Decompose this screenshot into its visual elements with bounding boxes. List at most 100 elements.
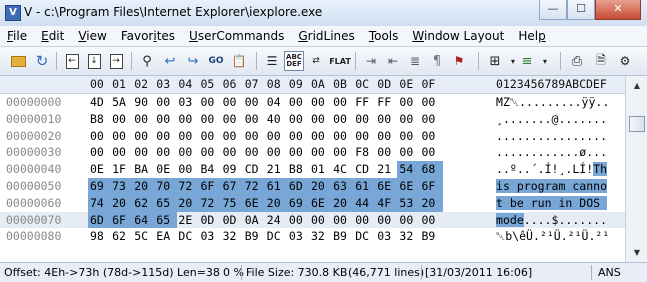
hex-byte[interactable]: 00 <box>132 144 155 161</box>
hex-byte[interactable]: 00 <box>375 144 398 161</box>
hex-byte[interactable]: 00 <box>199 111 222 128</box>
hex-byte[interactable]: B4 <box>199 161 222 178</box>
hex-byte[interactable]: 00 <box>420 144 443 161</box>
hex-byte[interactable]: 0E <box>154 161 177 178</box>
hex-byte[interactable]: CD <box>243 161 266 178</box>
hex-byte[interactable]: 90 <box>132 94 155 111</box>
hex-byte[interactable]: 74 <box>88 194 111 212</box>
hex-byte[interactable]: 6D <box>286 178 310 195</box>
hex-byte[interactable]: 00 <box>199 144 222 161</box>
hex-row[interactable]: 00000020 00 00 00 00 00 00 00 00 00 00 00 00 00 00 00 00… <box>0 128 625 145</box>
hex-byte[interactable]: 6E <box>375 178 399 195</box>
hex-byte[interactable]: 00 <box>309 128 332 145</box>
outdent-icon[interactable]: ⇤ <box>383 51 403 71</box>
settings-icon[interactable]: ⚙ <box>615 51 635 71</box>
hex-byte[interactable]: 00 <box>331 144 354 161</box>
hex-byte[interactable]: 03 <box>287 228 310 245</box>
hex-byte[interactable]: 00 <box>309 94 332 111</box>
hex-byte[interactable]: 00 <box>353 111 376 128</box>
hex-byte[interactable]: 00 <box>176 161 199 178</box>
hex-byte[interactable]: 00 <box>309 212 332 229</box>
hex-row[interactable]: 00000070 6D 6F 64 65 2E 0D 0D 0A 24 00 00 00 00 00 00 00… <box>0 211 625 229</box>
goto-button[interactable]: GO <box>206 51 226 71</box>
minimize-button[interactable]: — <box>539 0 567 20</box>
hex-byte[interactable]: 62 <box>110 228 133 245</box>
hex-byte[interactable]: 00 <box>287 128 310 145</box>
vertical-scrollbar[interactable]: ▲ ▼ <box>625 76 647 262</box>
hex-byte[interactable]: 00 <box>221 94 244 111</box>
prev-file-icon[interactable]: ← <box>62 51 82 71</box>
menu-help[interactable]: Help <box>511 29 552 43</box>
hex-byte[interactable]: 0A <box>243 212 266 229</box>
indent-icon[interactable]: ⇥ <box>361 51 381 71</box>
hex-byte[interactable]: 32 <box>309 228 332 245</box>
hex-byte[interactable]: 4D <box>88 94 111 111</box>
hex-byte[interactable]: B8 <box>287 161 310 178</box>
hex-byte[interactable]: 00 <box>331 94 354 111</box>
hex-byte[interactable]: 6E <box>397 178 421 195</box>
hex-byte[interactable]: 00 <box>397 128 420 145</box>
hex-byte[interactable]: 69 <box>286 194 310 212</box>
hex-byte[interactable]: 00 <box>375 111 398 128</box>
hex-view[interactable]: 00 01 02 03 04 05 06 07 08 09 0A 0B 0C 0D 0E 0F 01234567… <box>0 76 625 262</box>
hex-byte[interactable]: 00 <box>176 111 199 128</box>
hex-byte[interactable]: 62 <box>132 194 156 212</box>
hex-byte[interactable]: 01 <box>309 161 332 178</box>
hex-byte[interactable]: 00 <box>309 144 332 161</box>
menu-edit[interactable]: Edit <box>34 29 71 43</box>
hex-byte[interactable]: 20 <box>264 194 288 212</box>
scroll-thumb[interactable] <box>629 116 645 132</box>
hex-row[interactable]: 00000000 4D 5A 90 00 03 00 00 00 04 00 00 00 FF FF 00 00… <box>0 94 625 111</box>
marker-icon[interactable]: ⚑ <box>449 51 469 71</box>
ascii-text[interactable]: ............ø... <box>496 144 607 161</box>
menu-file[interactable]: File <box>0 29 34 43</box>
hex-byte[interactable]: 00 <box>154 94 177 111</box>
hex-byte[interactable]: 00 <box>331 111 354 128</box>
hex-row[interactable]: 00000050 69 73 20 70 72 6F 67 72 61 6D 20 63 61 6E 6E 6F… <box>0 178 625 195</box>
flat-button[interactable]: FLAT <box>329 51 351 71</box>
hex-byte[interactable]: 72 <box>176 178 200 195</box>
hex-byte[interactable]: 00 <box>287 212 310 229</box>
hex-byte[interactable]: 00 <box>420 128 443 145</box>
hex-byte[interactable]: 69 <box>88 178 111 195</box>
hex-byte[interactable]: 21 <box>375 161 398 178</box>
maximize-button[interactable]: ☐ <box>567 0 595 20</box>
hex-byte[interactable]: 4C <box>331 161 354 178</box>
hex-byte[interactable]: 00 <box>221 128 244 145</box>
print-icon[interactable]: ⎙ <box>567 51 587 71</box>
hex-byte[interactable]: 75 <box>220 194 244 212</box>
grid-icon[interactable]: ⊞ <box>485 51 505 71</box>
hex-byte[interactable]: 20 <box>110 194 134 212</box>
hex-byte[interactable]: 6E <box>309 194 332 212</box>
hex-byte[interactable]: 00 <box>88 144 111 161</box>
hex-byte[interactable]: 04 <box>265 94 288 111</box>
hex-byte[interactable]: 00 <box>110 111 133 128</box>
ascii-text[interactable]: t be run in DOS <box>496 195 607 212</box>
hex-byte[interactable]: FF <box>375 94 398 111</box>
hex-byte[interactable]: 00 <box>243 128 266 145</box>
hex-byte[interactable]: 00 <box>154 111 177 128</box>
hex-byte[interactable]: 00 <box>375 128 398 145</box>
hex-byte[interactable]: 00 <box>199 94 222 111</box>
lines-icon[interactable]: ≡ <box>517 51 537 71</box>
ascii-text[interactable]: ␀b\êÜ.²¹Ü.²¹Ü.²¹ <box>496 228 609 245</box>
menu-favorites[interactable]: Favorites <box>114 29 182 43</box>
hex-byte[interactable]: 68 <box>419 161 443 178</box>
hex-byte[interactable]: 20 <box>176 194 200 212</box>
hex-byte[interactable]: 61 <box>353 178 377 195</box>
hex-row[interactable]: 00000080 98 62 5C EA DC 03 32 B9 DC 03 32 B9 DC 03 32 B9… <box>0 228 625 245</box>
scroll-down-icon[interactable]: ▼ <box>629 245 645 260</box>
hex-byte[interactable]: 00 <box>110 128 133 145</box>
find-next-icon[interactable]: ↪ <box>183 51 203 71</box>
hex-byte[interactable]: 4F <box>375 194 399 212</box>
hex-byte[interactable]: 00 <box>309 111 332 128</box>
print-preview-icon[interactable]: 🗎 <box>591 51 611 71</box>
open-folder-icon[interactable] <box>8 51 28 71</box>
title-bar[interactable]: V V - c:\Program Files\Internet Explorer… <box>0 0 647 27</box>
hex-byte[interactable]: 00 <box>331 212 354 229</box>
hex-byte[interactable]: 53 <box>397 194 421 212</box>
hex-byte[interactable]: 00 <box>397 144 420 161</box>
hex-byte[interactable]: DC <box>176 228 199 245</box>
hex-byte[interactable]: 72 <box>198 194 222 212</box>
hex-byte[interactable]: 00 <box>265 128 288 145</box>
